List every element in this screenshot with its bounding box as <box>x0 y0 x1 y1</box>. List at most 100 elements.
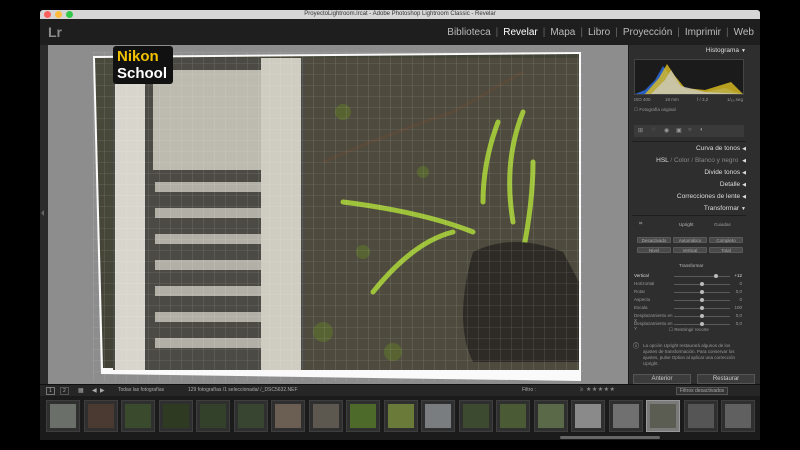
upright-button-vertical[interactable]: Vertical <box>673 247 707 253</box>
back-arrow-icon[interactable]: ◀ <box>92 387 97 394</box>
upright-button-completo[interactable]: Completo <box>709 237 743 243</box>
filmstrip-thumbnail[interactable] <box>721 400 755 432</box>
checkbox-icon[interactable]: ☐ <box>634 107 638 112</box>
slider-knob[interactable] <box>700 314 704 318</box>
upright-button-nivel[interactable]: Nivel <box>637 247 671 253</box>
radial-filter-icon[interactable]: ○ <box>688 127 692 133</box>
filter-menu[interactable]: Filtros desactivados <box>676 387 729 395</box>
upright-button-automa-tico[interactable]: Automático <box>673 237 707 243</box>
slider-horizontal[interactable]: Horizontal 0 <box>632 281 742 288</box>
slider-knob[interactable] <box>714 274 718 278</box>
slider-desplazamiento-en-x[interactable]: Desplazamiento en X 0,0 <box>632 313 742 323</box>
detail-header[interactable]: Detalle ◀ <box>720 181 746 188</box>
module-libro[interactable]: Libro <box>586 27 612 38</box>
filmstrip-thumbnail[interactable] <box>496 400 530 432</box>
previous-button[interactable]: Anterior <box>633 374 691 384</box>
divider <box>632 215 746 216</box>
filmstrip-thumbnail[interactable] <box>458 400 493 432</box>
slider-value[interactable]: +12 <box>734 273 742 278</box>
slider-knob[interactable] <box>700 290 704 294</box>
split-toning-header[interactable]: Divide tonos ◀ <box>704 169 746 176</box>
thumbnail-image <box>312 404 339 428</box>
crop-grid-icon[interactable]: ⊞ <box>638 127 643 134</box>
bw-tab[interactable]: Blanco y negro <box>695 157 738 164</box>
slider-rotar[interactable]: Rotar 0,0 <box>632 289 742 296</box>
panel-bottom-buttons: Anterior Restaurar <box>629 372 761 384</box>
watermark-line-2: School <box>117 65 168 82</box>
red-eye-icon[interactable]: ◉ <box>664 127 669 134</box>
graduated-filter-icon[interactable]: ▣ <box>676 127 682 134</box>
filmstrip-thumbnail[interactable] <box>46 400 80 432</box>
slider-knob[interactable] <box>700 282 704 286</box>
module-web[interactable]: Web <box>732 27 756 38</box>
filmstrip-thumbnail[interactable] <box>571 400 605 432</box>
constrain-crop-checkbox[interactable]: ☐ Restringir recorte <box>669 327 709 333</box>
filmstrip-source[interactable]: Todas las fotografías <box>118 387 164 393</box>
filmstrip-thumbnail[interactable] <box>346 400 380 432</box>
filmstrip-thumbnail[interactable] <box>271 400 305 432</box>
histogram-panel-header[interactable]: Histograma ▼ <box>706 47 746 54</box>
filmstrip-thumbnail[interactable] <box>233 400 268 432</box>
left-panel-toggle-icon[interactable] <box>41 210 44 216</box>
lightroom-logo: Lr <box>48 24 62 40</box>
color-tab[interactable]: Color <box>674 157 690 164</box>
expand-triangle-icon: ◀ <box>742 194 746 200</box>
module-biblioteca[interactable]: Biblioteca <box>445 27 492 38</box>
upright-button-total[interactable]: Total <box>709 247 743 253</box>
module-imprimir[interactable]: Imprimir <box>683 27 723 38</box>
filmstrip-thumbnail[interactable] <box>683 400 718 432</box>
hsl-tab[interactable]: HSL <box>656 157 668 164</box>
slider-value[interactable]: 0,0 <box>736 289 742 294</box>
slider-value[interactable]: 0,0 <box>736 313 742 318</box>
lens-corrections-header[interactable]: Correcciones de lente ◀ <box>677 193 746 200</box>
spot-removal-icon[interactable]: ◌ <box>652 127 656 133</box>
tool-strip: ⊞ ◌ ◉ ▣ ○ ◐ <box>634 125 744 137</box>
module-mapa[interactable]: Mapa <box>548 27 577 38</box>
module-revelar[interactable]: Revelar <box>501 27 539 38</box>
aperture-readout: f / 3,2 <box>697 97 709 102</box>
filmstrip-thumbnail[interactable] <box>421 400 455 432</box>
slider-knob[interactable] <box>700 306 704 310</box>
filmstrip-thumbnail[interactable] <box>158 400 193 432</box>
upright-info-note: La opción Upright restaurará algunos de … <box>643 343 736 366</box>
filmstrip-thumbnail[interactable] <box>308 400 343 432</box>
hsl-separator: / <box>670 157 673 164</box>
hsl-header[interactable]: HSL / Color / Blanco y negro ◀ <box>656 157 746 164</box>
filmstrip-thumbnail[interactable] <box>83 400 118 432</box>
brush-icon[interactable]: ◐ <box>700 127 704 133</box>
slider-vertical[interactable]: Vertical +12 <box>632 273 742 280</box>
guided-upright-icon[interactable]: ⌗ <box>639 221 642 228</box>
module-separator: | <box>580 27 583 38</box>
module-proyecci-n[interactable]: Proyección <box>621 27 674 38</box>
secondary-window-button-2[interactable]: 2 <box>60 387 69 395</box>
slider-knob[interactable] <box>700 322 704 326</box>
reset-button[interactable]: Restaurar <box>697 374 755 384</box>
filmstrip-thumbnail[interactable] <box>646 400 680 432</box>
slider-value[interactable]: 0 <box>739 297 742 302</box>
top-bar: Lr Biblioteca | Revelar | Mapa | Libro | Proyecc… <box>40 19 760 45</box>
filmstrip-thumbnail[interactable] <box>608 400 643 432</box>
tone-curve-header[interactable]: Curva de tonos ◀ <box>696 145 746 152</box>
upright-button-desactivado[interactable]: Desactivado <box>637 237 671 243</box>
transform-header[interactable]: Transformar ▼ <box>704 205 746 212</box>
slider-aspecto[interactable]: Aspecto 0 <box>632 297 742 304</box>
filmstrip-thumbnail[interactable] <box>383 400 418 432</box>
secondary-window-button-1[interactable]: 1 <box>46 387 55 395</box>
grid-view-icon[interactable]: ▦ <box>78 387 84 394</box>
collapse-triangle-icon: ▼ <box>741 48 746 54</box>
filmstrip-thumbnail[interactable] <box>121 400 155 432</box>
slider-knob[interactable] <box>700 298 704 302</box>
slider-track[interactable] <box>674 276 730 277</box>
filmstrip-thumbnail[interactable] <box>196 400 230 432</box>
star-rating-filter[interactable]: ≥ ★★★★★ <box>580 386 615 393</box>
forward-arrow-icon[interactable]: ▶ <box>100 387 105 394</box>
slider-value[interactable]: 0 <box>739 281 742 286</box>
filmstrip-scrollbar[interactable] <box>560 436 660 439</box>
filmstrip-thumbnail[interactable] <box>533 400 568 432</box>
slider-value[interactable]: 100 <box>734 305 742 310</box>
slider-escala[interactable]: Escala 100 <box>632 305 742 312</box>
checkbox-icon: ☐ <box>669 327 674 332</box>
thumbnail-image <box>162 404 189 428</box>
slider-value[interactable]: 0,0 <box>736 321 742 326</box>
original-photo-label: ☐ Fotografía original <box>634 107 676 113</box>
